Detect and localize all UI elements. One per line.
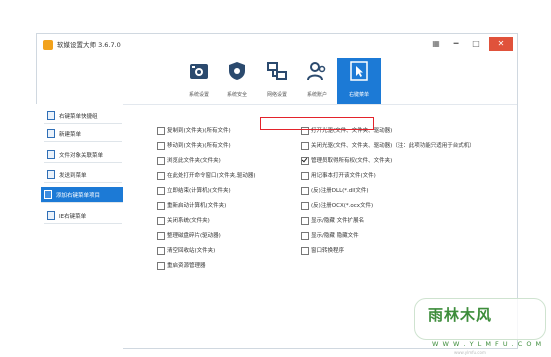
tab-label: 右键菜单 xyxy=(348,92,369,98)
menu-icon xyxy=(47,111,55,120)
highlight-box xyxy=(260,117,374,130)
camera-icon xyxy=(190,64,208,79)
tab-network-settings[interactable]: 网络设置 xyxy=(255,58,299,104)
tab-context-menu[interactable]: 右键菜单 xyxy=(337,58,381,104)
main-toolbar: 系统设置 系统安全 网络设置 系统账户 右键菜单 xyxy=(37,56,517,105)
sidebar-item-file-association[interactable]: 文件对象关联菜单 xyxy=(44,147,122,163)
users-icon xyxy=(307,62,326,81)
watermark-url-small: www.ylmfu.com xyxy=(454,350,486,355)
option-label: 立即结束(计算机)(文件夹) xyxy=(167,188,231,194)
option-label: 用记事本打开该文件(文件) xyxy=(311,173,376,179)
watermark-brand: 雨林木风 xyxy=(428,306,493,324)
menu-icon xyxy=(44,190,52,199)
sidebar-item-new-menu[interactable]: 新建菜单 xyxy=(44,126,122,142)
watermark-url: W W W . Y L M F U . C O M xyxy=(432,340,543,348)
menu-icon xyxy=(47,129,55,138)
option-label: 管理员取得所有权(文件、文件夹) xyxy=(311,158,393,164)
option-label: 显示/隐藏 隐藏文件 xyxy=(311,233,359,239)
sidebar-item-label: 新建菜单 xyxy=(59,132,82,138)
close-button[interactable]: ✕ xyxy=(489,37,513,51)
sidebar-item-label: 发送到菜单 xyxy=(59,173,87,179)
checkbox[interactable] xyxy=(301,187,309,195)
tab-label: 系统账户 xyxy=(306,92,327,98)
menu-icon xyxy=(47,150,55,159)
skin-button[interactable]: ▦ xyxy=(429,37,443,51)
network-icon xyxy=(267,62,287,80)
checkbox[interactable] xyxy=(157,232,165,240)
sidebar-item-label: IE右键菜单 xyxy=(59,214,87,220)
checkbox[interactable] xyxy=(157,142,165,150)
sidebar-item-label: 添加右键菜单项目 xyxy=(56,193,101,199)
option-label: 复制到(文件夹)(所有文件) xyxy=(167,128,231,134)
option-label: 在此处打开命令窗口(文件夹,驱动器) xyxy=(167,173,256,179)
checkbox[interactable] xyxy=(157,202,165,210)
checkbox[interactable] xyxy=(157,247,165,255)
checkbox[interactable] xyxy=(157,157,165,165)
checkbox[interactable] xyxy=(301,247,309,255)
sidebar-item-add-context-items[interactable]: 添加右键菜单项目 xyxy=(41,187,123,203)
checkbox[interactable] xyxy=(301,142,309,150)
option-label: 窗口转换程序 xyxy=(311,248,345,254)
sidebar-item-send-to[interactable]: 发送到菜单 xyxy=(44,167,122,183)
sidebar: 右键菜单快捷组 新建菜单 文件对象关联菜单 发送到菜单 添加右键菜单项目 IE右… xyxy=(36,104,123,350)
option-label: 关闭光驱(文件、文件夹、驱动器)（注：此项功能只适用于台式机） xyxy=(311,143,475,149)
sidebar-item-quick-group[interactable]: 右键菜单快捷组 xyxy=(44,108,122,124)
option-label: 清空回收站(文件夹) xyxy=(167,248,216,254)
tab-system-security[interactable]: 系统安全 xyxy=(215,58,259,104)
sidebar-item-label: 文件对象关联菜单 xyxy=(59,153,104,159)
checkbox[interactable] xyxy=(157,172,165,180)
checkbox[interactable] xyxy=(157,217,165,225)
cursor-icon xyxy=(350,61,368,81)
checkbox[interactable] xyxy=(157,187,165,195)
checkbox[interactable] xyxy=(301,157,309,165)
sidebar-item-ie-menu[interactable]: IE右键菜单 xyxy=(44,208,122,224)
option-label: (反)注册DLL(*.dll文件) xyxy=(311,188,369,194)
option-label: 浏览此文件夹(文件夹) xyxy=(167,158,221,164)
menu-icon xyxy=(47,170,55,179)
minimize-button[interactable]: ━ xyxy=(449,37,463,51)
menu-icon xyxy=(47,211,55,220)
checkbox[interactable] xyxy=(301,232,309,240)
option-label: (反)注册OCX(*.ocx文件) xyxy=(311,203,374,209)
shield-icon xyxy=(229,62,245,80)
option-label: 整理磁盘碎片(驱动器) xyxy=(167,233,221,239)
option-label: 显示/隐藏 文件扩展名 xyxy=(311,218,365,224)
checkbox[interactable] xyxy=(301,172,309,180)
checkbox[interactable] xyxy=(157,262,165,270)
maximize-button[interactable]: □ xyxy=(469,37,483,51)
watermark-logo: 雨林木风 W W W . Y L M F U . C O M www.ylmfu… xyxy=(410,292,548,356)
window-title: 软媒设置大师 3.6.7.0 xyxy=(57,41,121,49)
option-label: 重新启动计算机(文件夹) xyxy=(167,203,227,209)
tab-system-accounts[interactable]: 系统账户 xyxy=(295,58,339,104)
option-label: 关闭系统(文件夹) xyxy=(167,218,210,224)
app-logo-icon xyxy=(43,40,53,50)
option-label: 重启资源管理器 xyxy=(167,263,206,269)
sidebar-item-label: 右键菜单快捷组 xyxy=(59,114,98,120)
tab-label: 网络设置 xyxy=(266,92,287,98)
checkbox[interactable] xyxy=(157,127,165,135)
checkbox[interactable] xyxy=(301,202,309,210)
tab-label: 系统安全 xyxy=(226,92,247,98)
title-bar: 软媒设置大师 3.6.7.0 ▦ ━ □ ✕ xyxy=(37,34,517,56)
option-label: 移动到(文件夹)(所有文件) xyxy=(167,143,231,149)
checkbox[interactable] xyxy=(301,217,309,225)
